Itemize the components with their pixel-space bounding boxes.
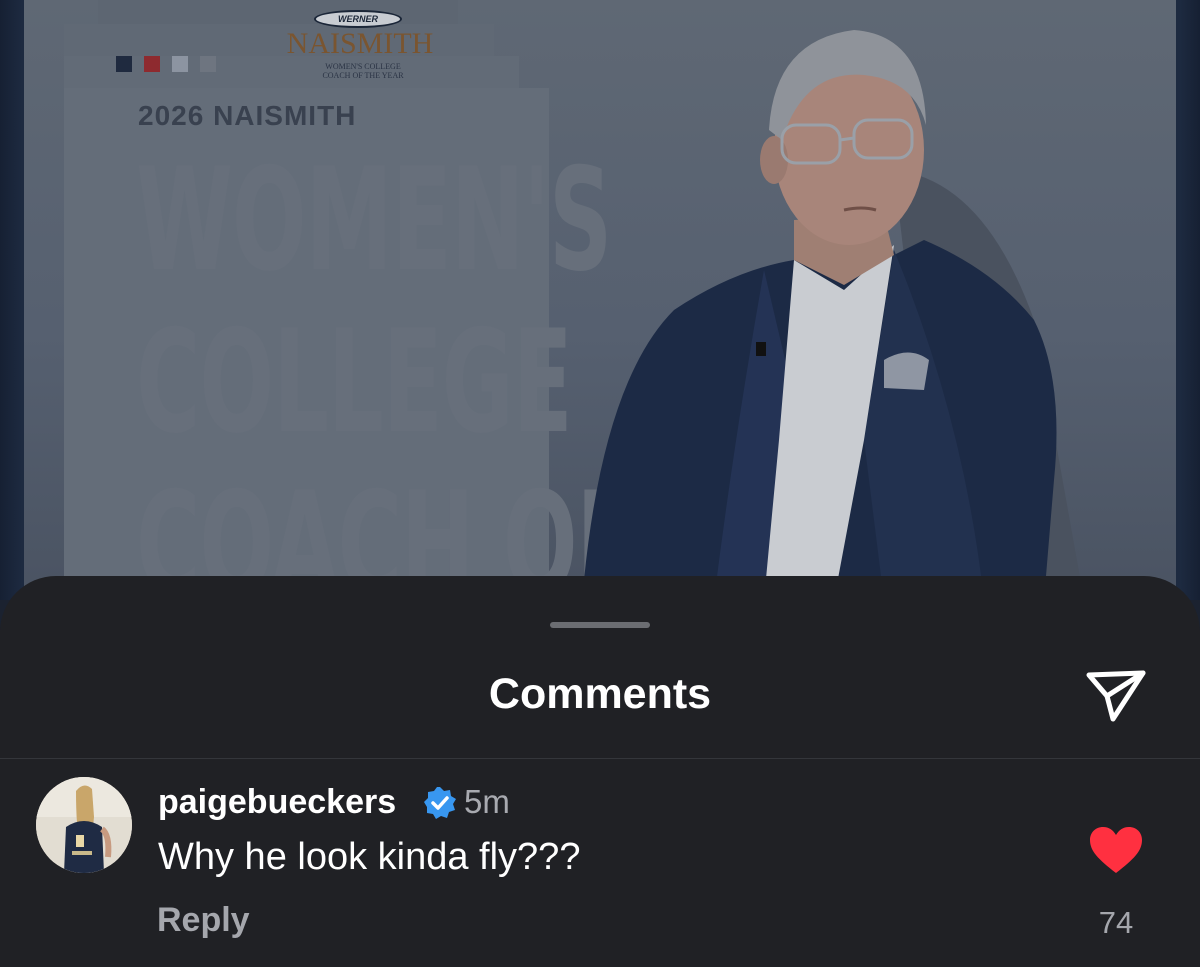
- comments-sheet: Comments paigebueckers 5m Why he look ki…: [0, 576, 1200, 967]
- werner-logo-text: WERNER: [314, 10, 402, 28]
- heart-icon: [1090, 827, 1142, 873]
- like-button[interactable]: [1088, 825, 1144, 875]
- like-count: 74: [1098, 905, 1134, 940]
- verified-badge-icon: [424, 787, 456, 819]
- award-heading: 2026 NAISMITH: [138, 100, 357, 131]
- coach-photo: [584, 30, 1084, 600]
- color-swatch: [172, 56, 188, 72]
- comment-username[interactable]: paigebueckers: [158, 782, 396, 822]
- send-icon: [1086, 670, 1146, 722]
- award-title: WOMEN'S COLLEGE COACH OF: [136, 138, 636, 601]
- post-graphic: WERNER NAISMITH WOMEN'S COLLEGE COACH OF…: [24, 0, 1176, 600]
- sheet-grabber-handle[interactable]: [550, 622, 650, 628]
- color-swatch: [116, 56, 132, 72]
- comment-item: paigebueckers 5m Why he look kinda fly??…: [0, 760, 1200, 967]
- color-swatch: [144, 56, 160, 72]
- post-image: WERNER NAISMITH WOMEN'S COLLEGE COACH OF…: [0, 0, 1200, 600]
- share-button[interactable]: [1078, 660, 1154, 730]
- color-swatch: [200, 56, 216, 72]
- reply-button[interactable]: Reply: [157, 900, 250, 940]
- naismith-logo-text: NAISMITH: [286, 27, 434, 60]
- naismith-logo: WERNER NAISMITH WOMEN'S COLLEGE COACH OF…: [274, 6, 444, 84]
- logo-subtitle-line-1: WOMEN'S COLLEGE: [325, 62, 401, 71]
- avatar[interactable]: [36, 777, 132, 873]
- comments-title: Comments: [488, 670, 712, 718]
- award-title-line-1: WOMEN'S: [136, 138, 612, 303]
- avatar-image: [36, 777, 132, 873]
- award-title-line-2: COLLEGE: [136, 300, 573, 465]
- logo-subtitle-line-2: COACH OF THE YEAR: [322, 71, 404, 80]
- comment-text: Why he look kinda fly???: [158, 836, 581, 878]
- logo-subtitle: WOMEN'S COLLEGE COACH OF THE YEAR: [308, 62, 418, 80]
- comment-timestamp: 5m: [464, 783, 510, 820]
- header-divider: [0, 758, 1200, 759]
